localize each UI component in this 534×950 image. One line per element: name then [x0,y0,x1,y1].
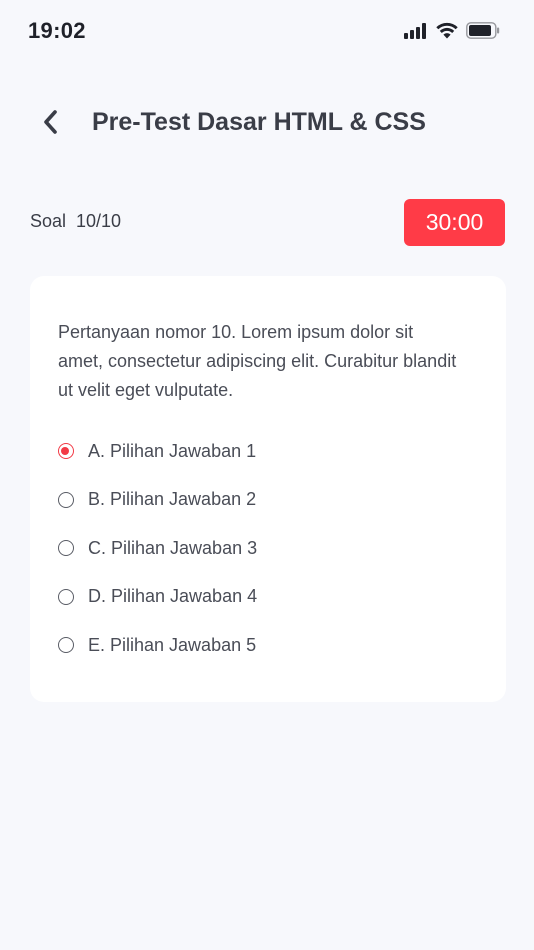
signal-icon [404,22,428,39]
timer-badge: 30:00 [404,199,505,246]
answer-option-label: E. Pilihan Jawaban 5 [88,634,257,655]
answer-option-d[interactable]: D. Pilihan Jawaban 4 [58,573,478,622]
status-time: 19:02 [28,18,86,43]
battery-icon [466,22,500,39]
chevron-left-icon [41,109,59,140]
answer-option-a[interactable]: A. Pilihan Jawaban 1 [58,427,478,476]
page-title: Pre-Test Dasar HTML & CSS [92,108,426,136]
answer-option-c[interactable]: C. Pilihan Jawaban 3 [58,524,478,573]
wifi-icon [436,22,458,39]
answer-option-label: D. Pilihan Jawaban 4 [88,586,258,607]
answer-option-b[interactable]: B. Pilihan Jawaban 2 [58,476,478,525]
answer-option-e[interactable]: E. Pilihan Jawaban 5 [58,621,478,670]
header: Pre-Test Dasar HTML & CSS [0,100,534,148]
question-card: Pertanyaan nomor 10. Lorem ipsum dolor s… [30,276,506,702]
radio-button[interactable] [58,540,74,557]
question-text: Pertanyaan nomor 10. Lorem ipsum dolor s… [58,322,457,400]
status-bar: 19:02 [0,0,534,64]
question-counter: Soal 10/10 [30,211,122,231]
radio-button[interactable] [58,588,74,605]
answer-option-label: B. Pilihan Jawaban 2 [88,489,257,510]
back-button[interactable] [30,104,70,144]
answer-options: A. Pilihan Jawaban 1 B. Pilihan Jawaban … [58,427,478,670]
radio-button[interactable] [58,491,74,508]
radio-button-selected[interactable] [58,443,74,460]
status-icons [404,22,500,39]
answer-option-label: A. Pilihan Jawaban 1 [88,440,257,461]
radio-button[interactable] [58,637,74,654]
answer-option-label: C. Pilihan Jawaban 3 [88,537,258,558]
